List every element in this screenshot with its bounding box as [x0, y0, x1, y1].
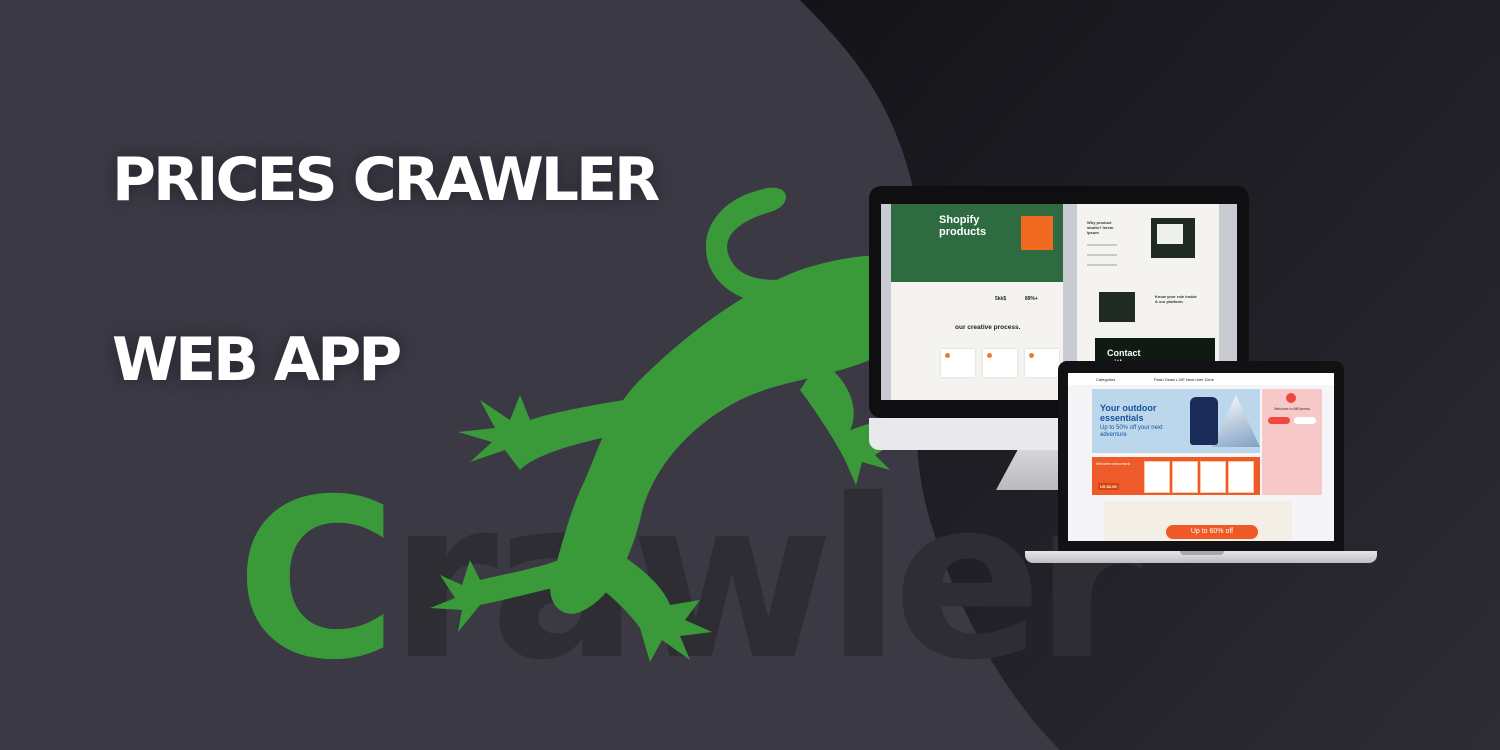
- text-line: [1087, 244, 1117, 246]
- laptop-notch: [1180, 551, 1224, 555]
- register-button: [1268, 417, 1290, 424]
- studio-question: Why product studio? lorem ipsum: [1087, 220, 1114, 235]
- process-heading: our creative process.: [955, 324, 1021, 331]
- banner-title: Your outdoor essentials: [1100, 403, 1157, 423]
- shopify-title: Shopify products: [939, 214, 987, 238]
- headline-line-1: PRICES CRAWLER: [112, 145, 660, 215]
- know-role-text: Know your role inside & our platform.: [1155, 294, 1197, 304]
- deal-product: [1200, 461, 1226, 493]
- promo-strip: Up to 60% off: [1104, 501, 1292, 541]
- text-line: [1087, 254, 1117, 256]
- avatar: [1286, 393, 1296, 403]
- process-card: [1025, 349, 1059, 377]
- deal-product: [1228, 461, 1254, 493]
- text-line: [1087, 264, 1117, 266]
- welcome-panel: Welcome to AliExpress: [1262, 389, 1322, 495]
- process-card: [983, 349, 1017, 377]
- stat-2: 89%+: [1025, 296, 1038, 302]
- nav-links: Flash Deals LIVE New User Zone: [1154, 377, 1214, 382]
- sign-in-button: [1294, 417, 1316, 424]
- studio-image: [1151, 218, 1195, 258]
- headline-line-2: WEB APP: [112, 325, 402, 395]
- deals-strip: Welcome newcomers! US $2.00: [1092, 457, 1260, 495]
- deal-product: [1144, 461, 1170, 493]
- banner-subtitle: Up to 50% off your next adventure: [1100, 425, 1163, 438]
- deal-product: [1172, 461, 1198, 493]
- deal-price: US $2.00: [1098, 483, 1119, 490]
- shopify-hero: Shopify products: [891, 204, 1063, 282]
- hero-image: [1021, 216, 1053, 250]
- laptop-screen: Categories Flash Deals LIVE New User Zon…: [1068, 373, 1334, 541]
- promo-pill: Up to 60% off: [1166, 525, 1258, 539]
- stat-1: 5kk$: [995, 296, 1007, 302]
- shopify-page-preview: Shopify products 5kk$ 89%+ our creative …: [891, 204, 1063, 400]
- outdoor-banner: Your outdoor essentials Up to 50% off yo…: [1092, 389, 1260, 453]
- nav-categories: Categories: [1096, 377, 1116, 382]
- welcome-newcomers: Welcome newcomers!: [1096, 462, 1131, 466]
- jacket-image: [1190, 397, 1218, 445]
- laptop: Categories Flash Deals LIVE New User Zon…: [1058, 361, 1344, 551]
- store-nav: Categories Flash Deals LIVE New User Zon…: [1068, 373, 1334, 385]
- welcome-text: Welcome to AliExpress: [1274, 407, 1310, 411]
- mountain-image: [1212, 395, 1260, 447]
- studio-image-2: [1099, 292, 1135, 322]
- process-card: [941, 349, 975, 377]
